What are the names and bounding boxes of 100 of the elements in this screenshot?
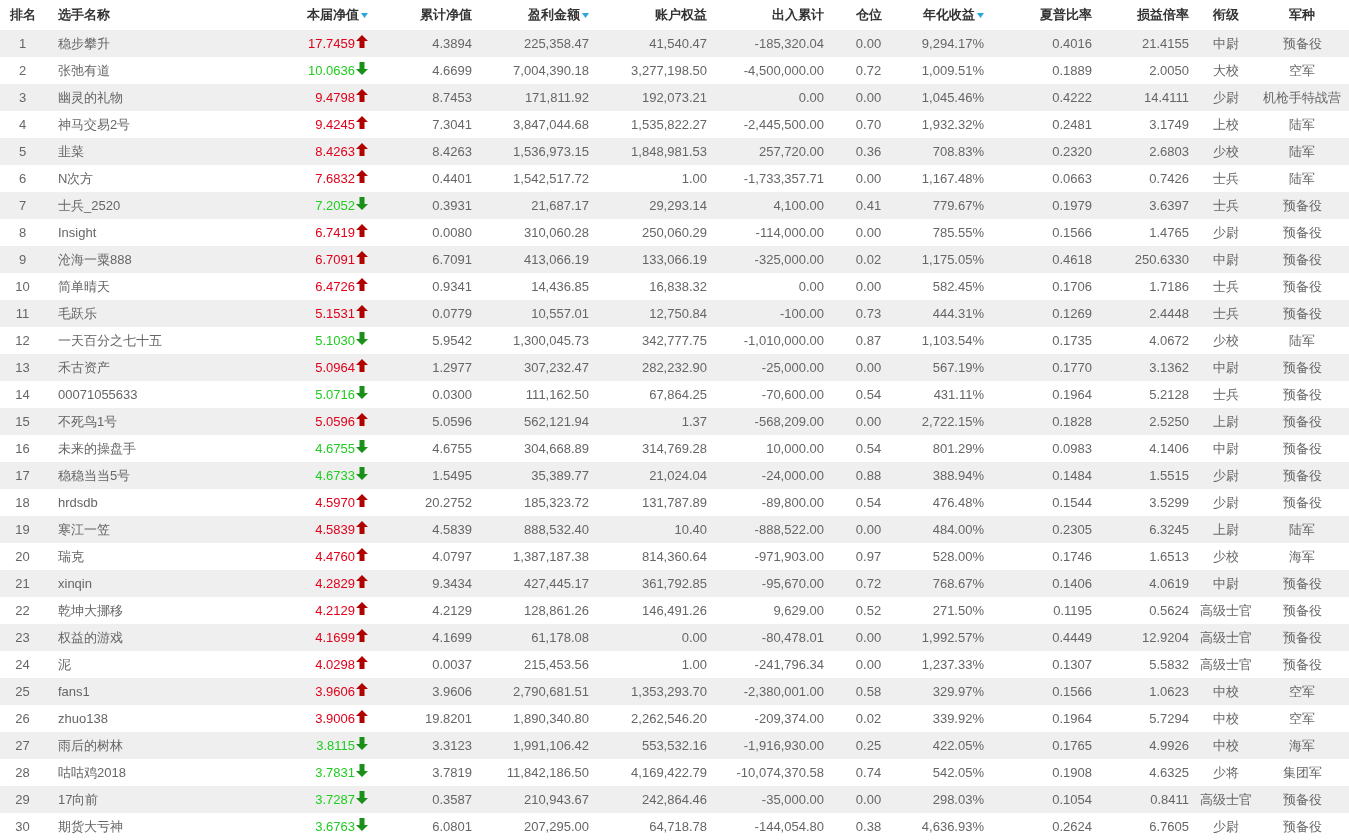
table-cell: 7.6832 bbox=[315, 171, 355, 186]
table-cell: 9.4245 bbox=[315, 117, 355, 132]
table-cell: 5.9542 bbox=[432, 333, 472, 348]
table-cell: 0.1706 bbox=[1052, 279, 1092, 294]
column-header: 损益倍率 bbox=[1137, 6, 1189, 24]
column-header[interactable]: 年化收益 bbox=[923, 6, 984, 24]
table-cell: 中尉 bbox=[1213, 574, 1239, 593]
column-header[interactable]: 盈利金额 bbox=[528, 6, 589, 24]
table-cell: 26 bbox=[15, 711, 30, 726]
table-cell: 少校 bbox=[1213, 331, 1239, 350]
table-cell: fans1 bbox=[58, 684, 90, 699]
table-cell: 少尉 bbox=[1213, 466, 1239, 485]
table-cell: -1,733,357.71 bbox=[743, 171, 824, 186]
table-cell: 预备役 bbox=[1282, 601, 1322, 620]
table-cell: 0.1765 bbox=[1052, 738, 1092, 753]
sort-icon[interactable] bbox=[582, 12, 589, 18]
table-cell: 0.1484 bbox=[1052, 468, 1092, 483]
table-cell: 乾坤大挪移 bbox=[58, 601, 123, 620]
table-cell: 1,991,106.42 bbox=[513, 738, 589, 753]
table-cell: 0.00 bbox=[855, 36, 882, 51]
table-cell: 士兵 bbox=[1213, 385, 1239, 404]
table-cell: 0.4401 bbox=[432, 171, 472, 186]
table-cell: 282,232.90 bbox=[641, 360, 707, 375]
table-cell: 少尉 bbox=[1213, 223, 1239, 242]
table-cell: -971,903.00 bbox=[754, 549, 824, 564]
table-cell: 19.8201 bbox=[425, 711, 472, 726]
table-cell: 5 bbox=[18, 144, 27, 159]
table-cell: 4.0797 bbox=[432, 549, 472, 564]
table-cell: 士兵 bbox=[1213, 196, 1239, 215]
table-cell: 4 bbox=[18, 117, 27, 132]
sort-icon[interactable] bbox=[361, 12, 368, 18]
table-cell: 0.00 bbox=[855, 360, 882, 375]
table-cell: 131,787.89 bbox=[641, 495, 707, 510]
table-cell: 0.1544 bbox=[1052, 495, 1092, 510]
table-cell: 少校 bbox=[1213, 142, 1239, 161]
table-cell: 预备役 bbox=[1282, 358, 1322, 377]
table-cell: 9,294.17% bbox=[921, 36, 984, 51]
table-cell: 0.3931 bbox=[432, 198, 472, 213]
column-header[interactable]: 本届净值 bbox=[307, 6, 368, 24]
table-cell: 257,720.00 bbox=[758, 144, 824, 159]
table-cell: 582.45% bbox=[932, 279, 984, 294]
table-cell: 1,848,981.53 bbox=[631, 144, 707, 159]
table-cell: 预备役 bbox=[1282, 817, 1322, 836]
table-cell: 预备役 bbox=[1282, 34, 1322, 53]
table-cell: 士兵 bbox=[1213, 169, 1239, 188]
table-cell: 307,232.47 bbox=[523, 360, 589, 375]
table-cell: 0.1770 bbox=[1052, 360, 1092, 375]
table-cell: 预备役 bbox=[1282, 493, 1322, 512]
table-cell: 1,353,293.70 bbox=[631, 684, 707, 699]
table-cell: 8.4263 bbox=[432, 144, 472, 159]
table-cell: 1,167.48% bbox=[921, 171, 984, 186]
table-cell: 61,178.08 bbox=[531, 630, 589, 645]
table-cell: 0.00 bbox=[681, 630, 707, 645]
table-cell: 9,629.00 bbox=[773, 603, 824, 618]
table-cell: 4.0298 bbox=[315, 657, 355, 672]
table-cell: 高级士官 bbox=[1200, 790, 1252, 809]
table-cell: 不死鸟1号 bbox=[58, 412, 118, 431]
table-cell: 0.52 bbox=[855, 603, 882, 618]
column-header: 累计净值 bbox=[420, 6, 472, 24]
table-cell: 预备役 bbox=[1282, 574, 1322, 593]
table-cell: 7 bbox=[18, 198, 27, 213]
table-cell: 215,453.56 bbox=[523, 657, 589, 672]
table-cell: 3.1749 bbox=[1149, 117, 1189, 132]
table-cell: 2,790,681.51 bbox=[513, 684, 589, 699]
table-cell: 562,121.94 bbox=[523, 414, 589, 429]
table-cell: 28 bbox=[15, 765, 30, 780]
table-cell: 388.94% bbox=[932, 468, 984, 483]
table-cell: 8.7453 bbox=[432, 90, 472, 105]
sort-icon[interactable] bbox=[977, 12, 984, 18]
table-cell: 0.54 bbox=[855, 441, 882, 456]
table-cell: 6.4726 bbox=[315, 279, 355, 294]
table-cell: 咕咕鸡2018 bbox=[58, 763, 126, 782]
table-cell: -35,000.00 bbox=[761, 792, 824, 807]
table-cell: 0.1566 bbox=[1052, 225, 1092, 240]
table-cell: 6.7091 bbox=[432, 252, 472, 267]
table-cell: -144,054.80 bbox=[754, 819, 824, 834]
table-cell: 12,750.84 bbox=[649, 306, 707, 321]
table-cell: 7,004,390.18 bbox=[513, 63, 589, 78]
table-cell: -209,374.00 bbox=[754, 711, 824, 726]
table-cell: -24,000.00 bbox=[761, 468, 824, 483]
table-cell: 30 bbox=[15, 819, 30, 834]
table-cell: 21,024.04 bbox=[649, 468, 707, 483]
table-cell: -114,000.00 bbox=[755, 225, 824, 240]
table-cell: 0.1307 bbox=[1052, 657, 1092, 672]
table-cell: 185,323.72 bbox=[523, 495, 589, 510]
table-cell: 16,838.32 bbox=[649, 279, 707, 294]
table-cell: 0.1406 bbox=[1052, 576, 1092, 591]
table-cell: 少将 bbox=[1213, 763, 1239, 782]
table-cell: 预备役 bbox=[1282, 412, 1322, 431]
table-cell: 0.2481 bbox=[1052, 117, 1092, 132]
table-cell: -95,670.00 bbox=[761, 576, 824, 591]
table-cell: 339.92% bbox=[932, 711, 984, 726]
table-cell: 预备役 bbox=[1282, 628, 1322, 647]
table-cell: 中校 bbox=[1213, 709, 1239, 728]
table-cell: 0.2305 bbox=[1052, 522, 1092, 537]
column-header: 军种 bbox=[1289, 6, 1315, 24]
table-cell: -25,000.00 bbox=[761, 360, 824, 375]
table-cell: 预备役 bbox=[1282, 250, 1322, 269]
table-cell: 预备役 bbox=[1282, 277, 1322, 296]
table-cell: 128,861.26 bbox=[523, 603, 589, 618]
